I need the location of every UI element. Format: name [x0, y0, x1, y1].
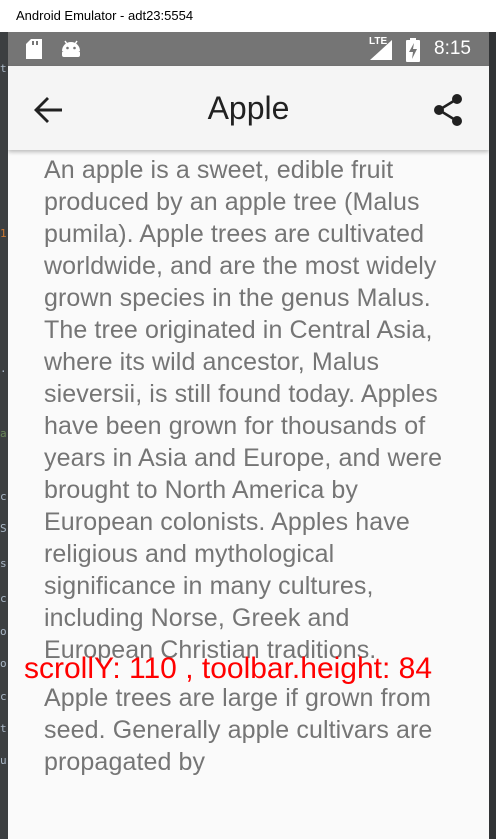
ide-glyph: S — [0, 522, 7, 535]
app-toolbar: Apple — [8, 66, 489, 150]
android-icon — [60, 39, 82, 64]
ide-glyph: t — [0, 722, 7, 735]
battery-charging-icon — [406, 38, 420, 67]
status-time: 8:15 — [434, 38, 471, 59]
background-ide-strip: t 1 . a c S s c o o c t u — [0, 32, 8, 839]
ide-glyph: c — [0, 490, 7, 503]
share-icon[interactable] — [428, 90, 468, 130]
article-paragraph: Apple trees are large if grown from seed… — [44, 684, 433, 776]
status-bar: LTE 8:15 — [8, 32, 489, 66]
article-scroll-content[interactable]: An apple is a sweet, edible fruit produc… — [44, 154, 454, 794]
ide-glyph: o — [0, 625, 7, 638]
ide-glyph: t — [0, 62, 7, 75]
window-title: Android Emulator - adt23:5554 — [16, 8, 194, 23]
ide-glyph: a — [0, 427, 7, 440]
signal-icon — [370, 40, 392, 65]
ide-glyph: o — [0, 657, 7, 670]
sd-card-icon — [26, 39, 42, 64]
ide-glyph: u — [0, 754, 7, 767]
ide-glyph: 1 — [0, 227, 7, 240]
toolbar-title: Apple — [207, 90, 290, 126]
background-ide-right — [489, 32, 496, 839]
article-paragraph: An apple is a sweet, edible fruit produc… — [44, 156, 443, 664]
window-titlebar[interactable]: Android Emulator - adt23:5554 — [0, 0, 496, 32]
ide-glyph: . — [0, 362, 7, 375]
ide-glyph: c — [0, 690, 7, 703]
arrow-back-icon[interactable] — [28, 90, 68, 130]
ide-glyph: s — [0, 557, 7, 570]
ide-glyph: c — [0, 592, 7, 605]
debug-overlay-text: scrollY: 110 , toolbar.height: 84 — [24, 652, 433, 685]
device-screen[interactable]: LTE 8:15 Apple An apple is a sweet, edib… — [8, 32, 489, 839]
emulator-window: Android Emulator - adt23:5554 t 1 . a c … — [0, 0, 496, 839]
